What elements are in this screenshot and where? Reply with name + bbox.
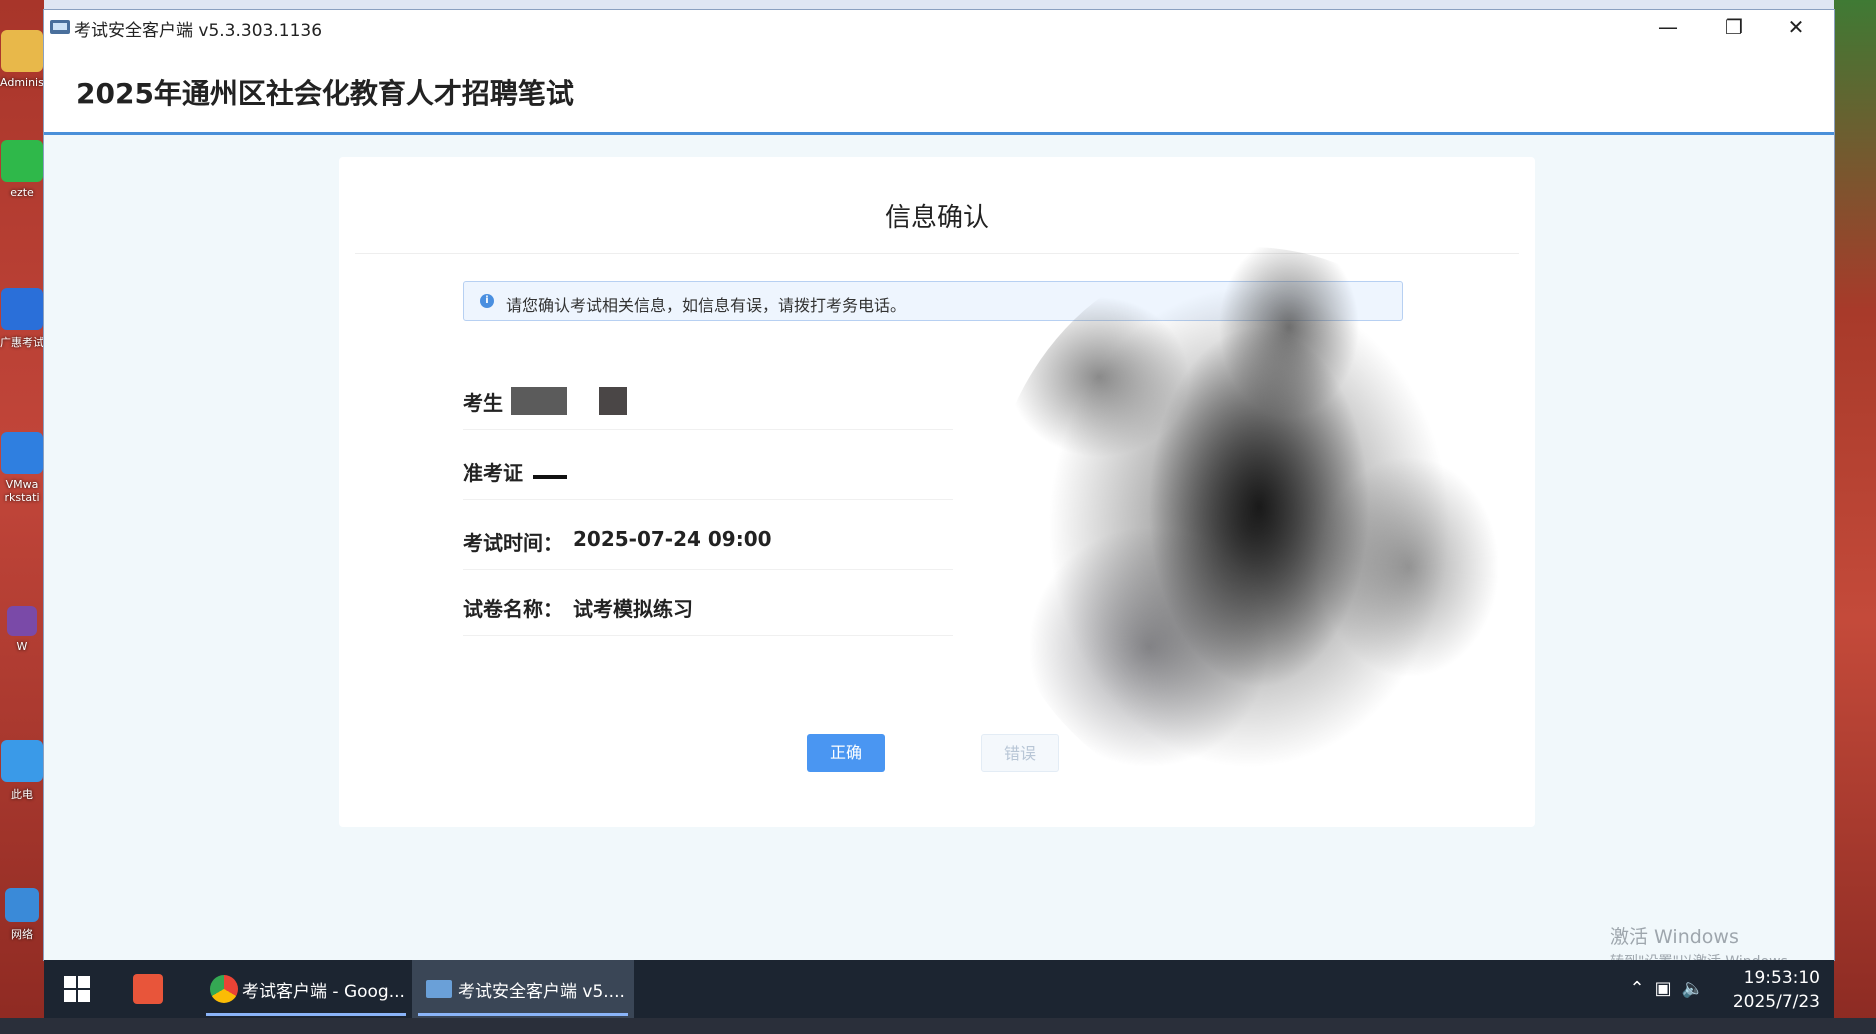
redaction-block [599,387,627,415]
redaction-block [533,475,567,479]
desktop-icon-exam[interactable]: 广惠考试 [0,288,44,350]
exam-client-window: 考试安全客户端 v5.3.303.1136 — ❐ ✕ 2025年通州区社会化教… [44,10,1834,960]
desktop-icon-this-pc[interactable]: 此电 [0,740,44,802]
field-exam-time: 考试时间： 2025-07-24 09:00 [463,509,953,570]
network-icon[interactable]: ▣ [1655,978,1682,999]
browser-tab-strip [44,0,1834,10]
desktop-icon-vmware[interactable]: VMwa rkstati [0,432,44,504]
start-button[interactable] [64,976,90,1002]
field-value: 试考模拟练习 [573,597,693,621]
taskbar-item-chrome[interactable]: 考试客户端 - Goog... [200,960,412,1018]
field-candidate: 考生 [463,369,953,430]
field-label: 试卷名称： [463,597,563,621]
desktop-icon-label: VMwa rkstati [4,478,40,504]
card-title: 信息确认 [884,203,989,233]
confirm-button[interactable]: 正确 [807,734,885,772]
clock-time: 19:53:10 [1743,968,1820,988]
taskbar-item-indicator [418,1013,628,1016]
card-divider [355,253,1519,254]
outer-taskbar-strip [0,1018,1876,1034]
taskbar-item-exam-client[interactable]: 考试安全客户端 v5.... [412,960,634,1018]
field-paper-name: 试卷名称： 试考模拟练习 [463,575,953,636]
minimize-button[interactable]: — [1640,12,1696,42]
close-icon: ✕ [1787,15,1805,39]
field-label: 准考证 [463,461,523,485]
windows-logo-icon-part [78,990,90,1002]
desktop-icon-label: Administ [0,76,49,89]
window-title: 考试安全客户端 v5.3.303.1136 [74,21,323,41]
field-value: 2025-07-24 09:00 [573,527,772,551]
windows-logo-icon-part [78,976,90,988]
taskbar-item-indicator [206,1013,406,1016]
minimize-icon: — [1658,15,1678,39]
desktop-icon-label: 此电 [11,788,33,801]
vmware-icon [1,432,43,474]
info-icon: i [480,294,494,308]
windows-logo-icon-part [64,990,76,1002]
chrome-icon [210,975,238,1003]
app-icon [1,140,43,182]
chevron-up-icon[interactable]: ⌃ [1629,978,1654,999]
desktop-right-edge [1834,0,1876,1034]
info-confirm-card: 信息确认 i 请您确认考试相关信息，如信息有误，请拨打考务电话。 考生 准考证 … [339,157,1535,827]
network-icon [5,888,39,922]
window-titlebar[interactable]: 考试安全客户端 v5.3.303.1136 — ❐ ✕ [44,10,1834,44]
desktop-icon-w[interactable]: W [0,606,44,653]
client-app-icon [50,20,70,34]
desktop-icon-label: ezte [10,186,34,199]
field-label: 考试时间： [463,531,563,555]
exam-title: 2025年通州区社会化教育人才招聘笔试 [76,77,574,110]
power-app-icon [133,974,163,1004]
desktop-icon-label: 网络 [11,928,33,941]
taskbar-item-label: 考试客户端 - Goog... [242,981,405,1002]
maximize-button[interactable]: ❐ [1706,12,1762,42]
field-ticket-number: 准考证 [463,439,953,500]
taskbar-pinned-app[interactable] [130,960,166,1018]
privacy-smudge [989,247,1509,807]
close-button[interactable]: ✕ [1768,12,1824,42]
folder-icon [1,30,43,72]
star-icon [1,288,43,330]
error-button[interactable]: 错误 [981,734,1059,772]
taskbar-item-label: 考试安全客户端 v5.... [458,981,625,1002]
notice-banner: i 请您确认考试相关信息，如信息有误，请拨打考务电话。 [463,281,1403,321]
volume-icon[interactable]: 🔈 [1682,978,1714,999]
system-tray-icons[interactable]: ⌃▣🔈 [1629,978,1714,999]
desktop-icon-label: W [16,640,28,653]
taskbar: 考试客户端 - Goog... 考试安全客户端 v5.... ⌃▣🔈 19:53… [44,960,1834,1018]
winrar-icon [7,606,37,636]
windows-logo-icon [64,976,76,988]
client-app-icon [426,980,452,998]
system-clock[interactable]: 19:53:10 2025/7/23 [1733,966,1820,1014]
watermark-title: 激活 Windows [1610,926,1739,948]
desktop-icon-network[interactable]: 网络 [0,888,44,942]
redaction-block [511,387,567,415]
clock-date: 2025/7/23 [1732,992,1820,1012]
desktop-icon-administrator[interactable]: Administ [0,30,49,89]
field-label: 考生 [463,391,503,415]
restore-icon: ❐ [1725,15,1743,39]
notice-text: 请您确认考试相关信息，如信息有误，请拨打考务电话。 [506,296,907,315]
main-content: 信息确认 i 请您确认考试相关信息，如信息有误，请拨打考务电话。 考生 准考证 … [44,135,1834,960]
computer-icon [1,740,43,782]
desktop-icon-label: 广惠考试 [0,336,44,349]
exam-header: 2025年通州区社会化教育人才招聘笔试 [44,44,1834,135]
desktop-icon-ezte[interactable]: ezte [0,140,44,199]
